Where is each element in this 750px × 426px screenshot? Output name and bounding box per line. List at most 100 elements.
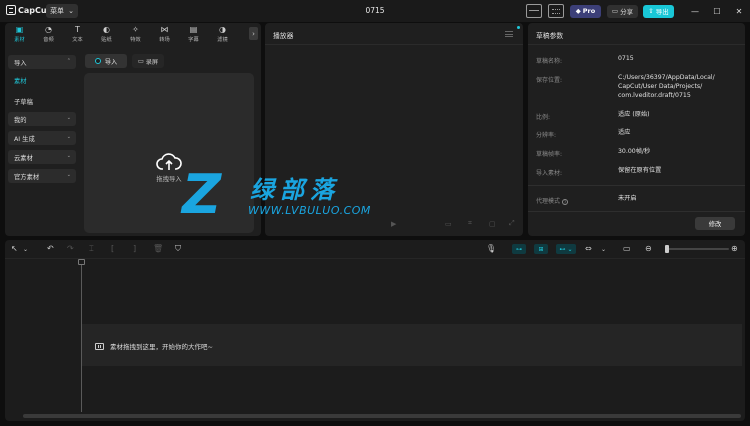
category-tabs: ▣ 素材 ◔ 音频 T 文本 ◐ 贴纸 ✧ 特效 ⋈ 转场 ▤ 字幕 ◑ 滤镜 [5,23,261,45]
record-screen-button[interactable]: ▭ 录屏 [132,54,164,68]
tab-effects[interactable]: ✧ 特效 [121,23,150,45]
zoom-slider[interactable] [665,248,729,250]
sidebar-item-subdraft[interactable]: 子草稿 [8,94,76,108]
chevron-down-icon[interactable]: ⌄ [23,246,28,253]
link-clips-icon[interactable]: ⊶ [512,244,526,254]
divider [528,185,745,186]
tab-media[interactable]: ▣ 素材 [5,23,34,45]
sidebar-item-official[interactable]: 官方素材 ⌄ [8,169,76,183]
menu-icon[interactable] [505,31,513,37]
drop-label: 拖拽导入 [156,176,182,183]
shield-icon[interactable]: ⛉ [175,244,181,254]
sticker-icon: ◐ [103,25,110,34]
sidebar-item-label: 素材 [14,77,27,85]
chevron-down-icon: ⌄ [66,134,71,140]
upload-icon: ⇪ [648,7,654,15]
playhead-handle[interactable] [78,259,85,265]
timeline-panel: ↖ ⌄ ↶ ↷ ⌶ [ ] 🗑 ⛉ 🎙 ⊶ ⊞ ⊷ ⌄ ⇔ ⌄ ▭ ⊖ ⊕ 素材… [5,240,745,421]
save-path-line2: CapCut/User Data/Projects/ [618,83,703,90]
magnet-icon[interactable]: ⊞ [534,244,548,254]
trim-left-icon[interactable]: [ [111,244,114,253]
sidebar-item-mine[interactable]: 我的 ⌄ [8,112,76,126]
caption-icon: ▤ [189,25,198,34]
capcut-logo-icon [6,5,16,15]
minimize-icon[interactable]: — [684,4,706,18]
close-icon[interactable]: ✕ [728,4,750,18]
share-button[interactable]: ▭ 分享 [607,4,638,18]
timeline-ruler[interactable] [5,258,745,266]
subtitle-icon[interactable]: ▭ [623,244,631,253]
undo-icon[interactable]: ↶ [47,244,54,253]
layout-icon[interactable] [526,4,542,18]
filter-icon: ◑ [219,25,226,34]
import-label: 导入 [104,58,118,66]
pro-button[interactable]: ◆ Pro [570,4,601,18]
tab-filter[interactable]: ◑ 滤镜 [208,23,237,45]
menu-label: 菜单 [50,7,65,15]
ratio-icon[interactable]: ▢ [489,220,496,228]
redo-icon[interactable]: ↷ [67,244,74,253]
tab-transition[interactable]: ⋈ 转场 [150,23,179,45]
modify-button[interactable]: 修改 [695,217,735,230]
tab-caption[interactable]: ▤ 字幕 [179,23,208,45]
sidebar-item-label: 云素材 [14,154,33,162]
tab-audio[interactable]: ◔ 音频 [34,23,63,45]
sidebar-item-cloud[interactable]: 云素材 ⌄ [8,150,76,164]
keyboard-shortcut-icon[interactable] [548,4,564,18]
player-header: 播放器 [265,23,523,45]
sidebar-item-label: 我的 [14,116,27,124]
save-path-line1: C:/Users/36397/AppData/Local/ [618,74,715,81]
player-title: 播放器 [273,32,294,40]
resolution-label: 分辨率: [536,132,557,139]
sidebar-item-material[interactable]: 素材 [8,73,76,87]
sidebar-item-label: 官方素材 [14,173,40,181]
text-icon: T [75,25,80,34]
tab-text[interactable]: T 文本 [63,23,92,45]
tab-label: 字幕 [188,37,199,43]
chevron-down-icon[interactable]: ⌄ [601,246,606,253]
sidebar-item-label: AI 生成 [14,135,35,143]
import-material-value: 保留在原有位置 [618,167,662,174]
share-icon: ▭ [611,7,619,15]
record-label: 录屏 [145,58,159,66]
export-button[interactable]: ⇪ 导出 [643,4,674,18]
maximize-icon[interactable]: ☐ [706,4,728,18]
fullscreen-icon[interactable]: ⤢ [509,219,515,228]
crop-icon[interactable]: ⌗ [468,219,472,228]
linkage-icon[interactable]: ⊷ ⌄ [556,244,576,254]
share-label: 分享 [620,8,634,16]
draft-name-value: 0715 [618,55,634,62]
sidebar-item-ai[interactable]: AI 生成 ⌄ [8,131,76,145]
horizontal-scrollbar[interactable] [23,414,741,418]
import-button[interactable]: 导入 [85,54,127,68]
player-panel: 播放器 ▶ ▭ ⌗ ▢ ⤢ [265,23,523,236]
status-dot [517,26,520,29]
microphone-icon[interactable]: 🎙 [486,244,496,253]
import-drop-zone[interactable]: 拖拽导入 [84,73,254,233]
app-logo: CapCut [6,5,50,15]
delete-icon[interactable]: 🗑 [153,244,163,253]
media-panel: ▣ 素材 ◔ 音频 T 文本 ◐ 贴纸 ✧ 特效 ⋈ 转场 ▤ 字幕 ◑ 滤镜 [5,23,261,236]
zoom-in-icon[interactable]: ⊕ [731,244,738,253]
play-icon[interactable]: ▶ [391,220,396,228]
draft-title: 草稿参数 [536,32,564,40]
chevron-right-icon[interactable]: › [249,27,258,40]
aspect-ratio-icon[interactable]: ▭ [445,220,452,228]
draft-name-label: 草稿名称: [536,58,563,65]
draft-header: 草稿参数 [528,23,745,45]
info-icon[interactable]: ? [562,198,569,205]
select-tool-icon[interactable]: ↖ [11,244,18,253]
trim-right-icon[interactable]: ] [133,244,136,253]
chevron-up-icon: ⌃ [66,58,71,64]
main-menu-button[interactable]: 菜单 ⌄ [46,4,78,18]
pro-label: Pro [582,7,596,15]
preview-axis-icon[interactable]: ⇔ [585,244,592,253]
sidebar-item-import[interactable]: 导入 ⌃ [8,55,76,69]
chevron-down-icon: ⌄ [66,115,71,121]
split-icon[interactable]: ⌶ [89,244,94,254]
zoom-out-icon[interactable]: ⊖ [645,244,652,253]
proxy-mode-label: 代理模式 [536,198,561,205]
media-sidebar: 导入 ⌃ 素材 子草稿 我的 ⌄ AI 生成 ⌄ 云素材 ⌄ 官方素材 ⌄ [5,51,77,236]
tab-sticker[interactable]: ◐ 贴纸 [92,23,121,45]
zoom-slider-handle[interactable] [665,245,669,253]
